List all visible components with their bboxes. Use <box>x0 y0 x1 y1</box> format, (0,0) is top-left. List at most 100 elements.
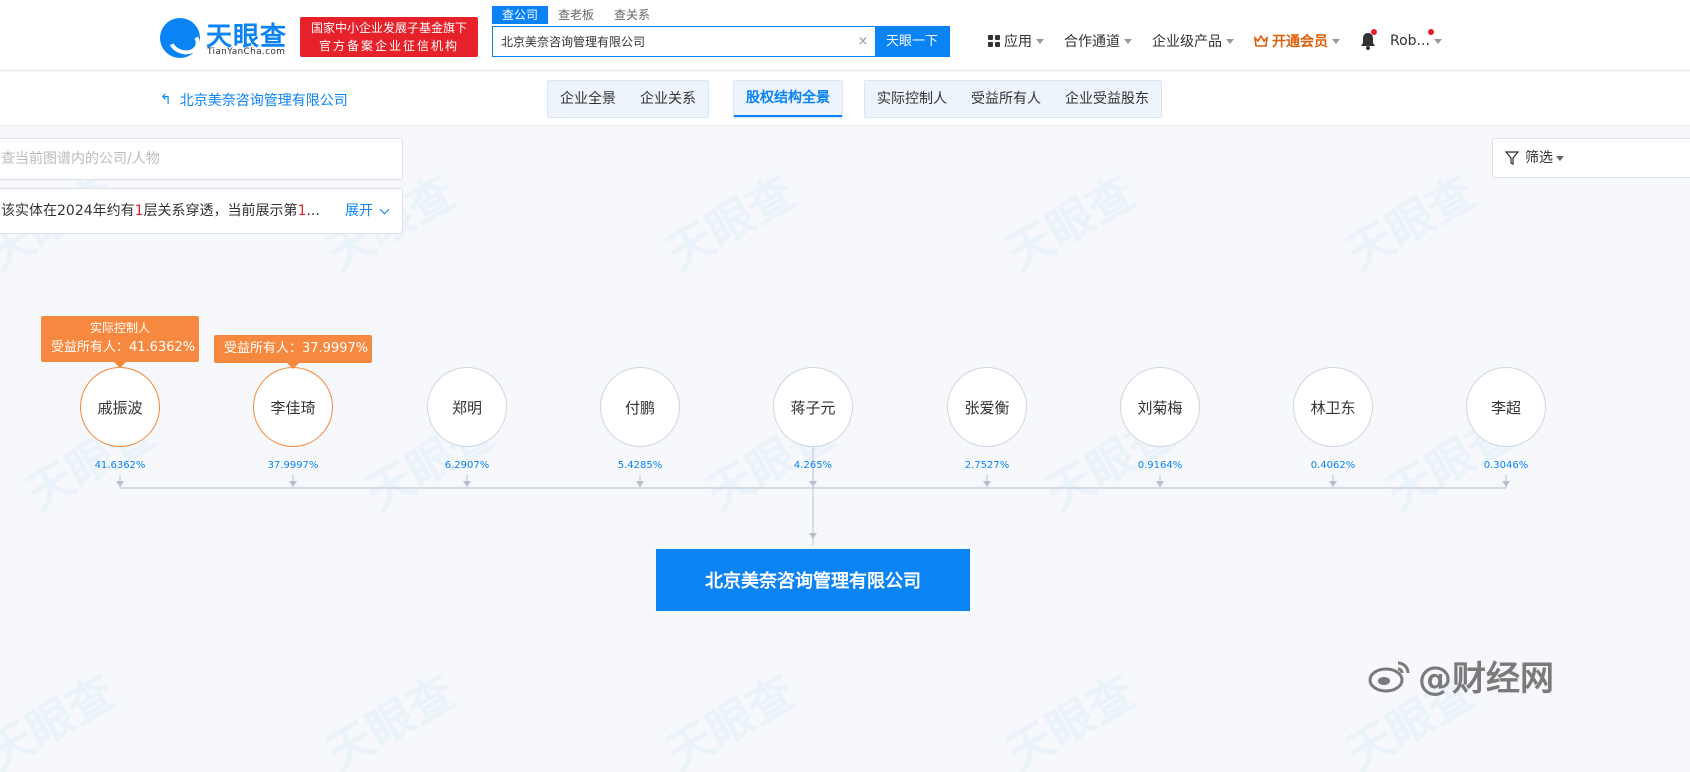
beneficiary-badge: 受益所有人：37.9997% <box>214 335 372 369</box>
tab-enterprise-overview[interactable]: 企业全景 <box>548 81 628 117</box>
shareholder-node[interactable]: 戚振波 <box>80 367 160 447</box>
shareholder-node[interactable]: 付鹏 <box>600 367 680 447</box>
shareholding-percent: 0.3046% <box>1483 460 1529 471</box>
weibo-watermark: @财经网 <box>1368 651 1554 700</box>
equity-graph-canvas[interactable]: 天眼查天眼查天眼查天眼查天眼查天眼查天眼查天眼查天眼查天眼查天眼查天眼查天眼查天… <box>0 127 1690 772</box>
weibo-icon <box>1368 661 1410 692</box>
shareholding-percent: 2.7527% <box>964 460 1010 471</box>
caret-down-icon <box>1433 38 1442 44</box>
tab-enterprise-relations[interactable]: 企业关系 <box>628 81 708 117</box>
nav-apps[interactable]: 应用 <box>988 31 1044 51</box>
tianyancha-logo[interactable]: 天眼查 TianYanCha.com <box>160 14 300 60</box>
beneficiary-badge-ratio: 受益所有人：37.9997% <box>224 341 369 356</box>
shareholding-percent: 5.4285% <box>617 460 663 471</box>
expand-label: 展开 <box>345 203 373 219</box>
notice-text-pre: 该实体在2024年约有 <box>1 203 135 219</box>
graph-search-input[interactable] <box>0 139 402 179</box>
edge-arrow <box>1156 481 1164 487</box>
tab-group-control: 实际控制人 受益所有人 企业受益股东 <box>864 80 1162 118</box>
shareholding-percent: 0.9164% <box>1137 460 1183 471</box>
notice-text-mid: 层关系穿透，当前展示第 <box>143 203 298 219</box>
caret-down-icon <box>1332 38 1340 44</box>
tab-search-boss[interactable]: 查老板 <box>548 6 604 24</box>
edge-arrow <box>1502 481 1510 487</box>
nav-apps-label: 应用 <box>1004 34 1032 50</box>
edge-arrow <box>983 481 991 487</box>
caret-down-icon <box>1556 155 1564 161</box>
controller-badge-ratio: 受益所有人：41.6362% <box>51 340 196 355</box>
chevron-down-icon <box>379 204 390 214</box>
bell-icon[interactable] <box>1360 29 1377 50</box>
user-name: Rob... <box>1390 33 1430 49</box>
penetration-notice: 该实体在2024年约有1层关系穿透，当前展示第1... 展开 <box>0 188 403 234</box>
user-notification-dot <box>1428 29 1434 35</box>
nav-vip-label: 开通会员 <box>1272 34 1328 50</box>
crown-icon <box>1254 35 1268 47</box>
clear-search-button[interactable]: × <box>851 27 875 56</box>
expand-button[interactable]: 展开 <box>345 189 390 233</box>
edge-arrow <box>809 533 817 539</box>
shareholding-percent: 6.2907% <box>444 460 490 471</box>
logo-mark-icon <box>160 18 200 58</box>
edge-arrow <box>636 481 644 487</box>
edge-arrow <box>1329 481 1337 487</box>
tab-actual-controller[interactable]: 实际控制人 <box>865 81 959 117</box>
back-to-company-link[interactable]: ↰ 北京美奈咨询管理有限公司 <box>160 90 348 110</box>
shareholding-percent: 41.6362% <box>94 460 146 471</box>
caret-down-icon <box>1124 38 1132 44</box>
tab-group-overview: 企业全景 企业关系 <box>547 80 709 118</box>
edge-arrow <box>463 481 471 487</box>
top-nav: 应用 合作通道 企业级产品 开通会员 Rob... <box>988 26 1462 56</box>
tab-equity-structure[interactable]: 股权结构全景 <box>734 81 842 117</box>
shareholding-percent: 0.4062% <box>1310 460 1356 471</box>
edge-arrow <box>116 481 124 487</box>
caret-down-icon <box>1226 38 1234 44</box>
notice-layer-count: 1 <box>134 203 144 219</box>
nav-products[interactable]: 企业级产品 <box>1152 31 1234 51</box>
weibo-handle: @财经网 <box>1418 659 1554 699</box>
tab-search-company[interactable]: 查公司 <box>492 6 549 24</box>
filter-label: 筛选 <box>1525 150 1553 166</box>
tab-beneficial-shareholder[interactable]: 企业受益股东 <box>1053 81 1161 117</box>
nav-channel-label: 合作通道 <box>1064 34 1120 50</box>
search-input[interactable] <box>493 27 851 56</box>
user-menu[interactable]: Rob... <box>1390 29 1442 49</box>
shareholder-node[interactable]: 蒋子元 <box>773 367 853 447</box>
shareholder-node[interactable]: 郑明 <box>427 367 507 447</box>
shareholder-node[interactable]: 林卫东 <box>1293 367 1373 447</box>
gov-badge-line1: 国家中小企业发展子基金旗下 <box>310 21 467 35</box>
tab-group-equity: 股权结构全景 <box>733 80 843 118</box>
logo-domain: TianYanCha.com <box>207 47 286 57</box>
edge-arrow <box>289 481 297 487</box>
back-link-label: 北京美奈咨询管理有限公司 <box>179 93 348 109</box>
tab-search-relation[interactable]: 查关系 <box>604 6 660 24</box>
filter-button[interactable]: 筛选 <box>1492 138 1690 178</box>
target-company-node[interactable]: 北京美奈咨询管理有限公司 <box>656 549 970 611</box>
search-type-tabs: 查公司 查老板 查关系 <box>492 6 660 26</box>
gov-badge: 国家中小企业发展子基金旗下 官方备案企业征信机构 <box>300 17 478 57</box>
controller-badge: 实际控制人 受益所有人：41.6362% <box>41 316 199 368</box>
apps-grid-icon <box>988 35 1000 47</box>
search-box: × 天眼一下 <box>492 26 950 57</box>
sub-navigation: ↰ 北京美奈咨询管理有限公司 企业全景 企业关系 股权结构全景 实际控制人 受益… <box>0 72 1690 126</box>
shareholder-node[interactable]: 刘菊梅 <box>1120 367 1200 447</box>
notification-dot <box>1371 29 1377 35</box>
back-arrow-icon: ↰ <box>160 92 172 108</box>
controller-badge-title: 实际控制人 <box>89 321 150 335</box>
nav-vip[interactable]: 开通会员 <box>1254 31 1340 51</box>
shareholding-percent: 4.265% <box>793 460 833 471</box>
graph-search-box <box>0 138 403 180</box>
nav-channel[interactable]: 合作通道 <box>1064 31 1132 51</box>
notice-text-post: ... <box>306 203 320 219</box>
top-header: 天眼查 TianYanCha.com 国家中小企业发展子基金旗下 官方备案企业征… <box>0 0 1690 71</box>
caret-down-icon <box>1036 38 1044 44</box>
tab-beneficial-owner[interactable]: 受益所有人 <box>959 81 1053 117</box>
shareholder-node[interactable]: 李超 <box>1466 367 1546 447</box>
gov-badge-line2: 官方备案企业征信机构 <box>318 39 459 53</box>
funnel-icon <box>1505 151 1519 165</box>
shareholder-node[interactable]: 李佳琦 <box>253 367 333 447</box>
shareholding-percent: 37.9997% <box>267 460 319 471</box>
shareholder-node[interactable]: 张爱衡 <box>947 367 1027 447</box>
search-button[interactable]: 天眼一下 <box>875 27 949 56</box>
nav-products-label: 企业级产品 <box>1152 34 1222 50</box>
